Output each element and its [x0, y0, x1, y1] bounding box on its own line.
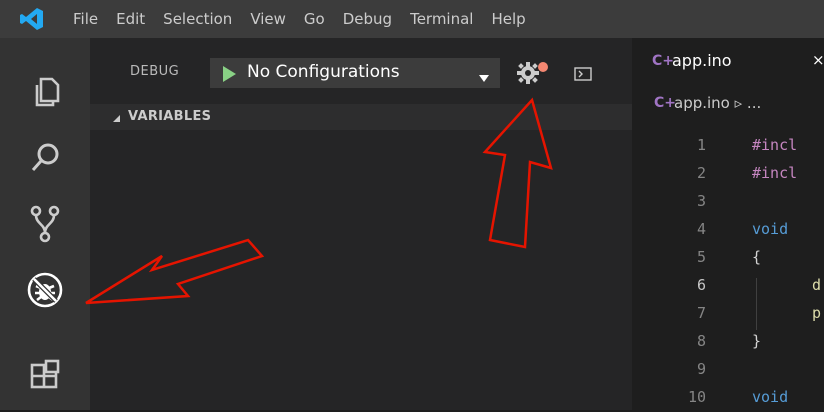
- chevron-down-icon[interactable]: [479, 68, 489, 87]
- code-line: 3: [632, 192, 824, 216]
- line-number: 10: [687, 388, 706, 406]
- close-icon[interactable]: ×: [812, 51, 824, 69]
- cpp-file-icon: C+: [654, 95, 677, 111]
- code-text: p: [812, 304, 822, 322]
- variables-title: VARIABLES: [128, 109, 212, 124]
- code-line: 8 }: [632, 332, 824, 356]
- search-icon[interactable]: [0, 128, 90, 188]
- debug-icon[interactable]: [0, 260, 90, 320]
- menu-help[interactable]: Help: [482, 0, 534, 38]
- line-number: 7: [696, 304, 706, 322]
- breadcrumb[interactable]: C+ app.ino ▹ ...: [632, 86, 824, 122]
- menu-selection[interactable]: Selection: [154, 0, 241, 38]
- code-text: d: [812, 276, 822, 294]
- line-number: 4: [696, 220, 706, 238]
- tab-app-ino[interactable]: C+ app.ino ×: [632, 38, 824, 86]
- gear-icon[interactable]: [516, 60, 550, 90]
- extensions-icon[interactable]: [0, 344, 90, 404]
- debug-console-icon[interactable]: [574, 66, 592, 85]
- tab-label: app.ino: [672, 51, 732, 70]
- indent-guide: [756, 278, 757, 330]
- code-line: 7 p: [632, 304, 824, 328]
- code-text: void: [752, 388, 789, 406]
- menu-edit[interactable]: Edit: [107, 0, 154, 38]
- code-line: 9: [632, 360, 824, 384]
- line-number: 3: [696, 192, 706, 210]
- code-line: 4 void: [632, 220, 824, 244]
- menu-bar: File Edit Selection View Go Debug Termin…: [0, 0, 824, 38]
- code-line: 1 #incl: [632, 136, 824, 160]
- debug-view-title: DEBUG: [130, 64, 180, 79]
- editor-tab-bar: C+ app.ino ×: [632, 38, 824, 86]
- cpp-file-icon: C+: [652, 53, 675, 69]
- play-icon[interactable]: [221, 65, 237, 87]
- line-number: 2: [696, 164, 706, 182]
- variables-section-header[interactable]: VARIABLES: [90, 104, 632, 130]
- line-number: 5: [696, 248, 706, 266]
- line-number: 9: [696, 360, 706, 378]
- code-line: 5 {: [632, 248, 824, 272]
- breadcrumb-label[interactable]: app.ino ▹ ...: [674, 94, 761, 112]
- line-number: 1: [696, 136, 706, 154]
- code-editor[interactable]: 1 #incl 2 #incl 3 4 void 5 { 6 d 7 p 8 }…: [632, 122, 824, 410]
- code-text: }: [752, 332, 762, 350]
- line-number: 8: [696, 332, 706, 350]
- code-line: 10 void: [632, 388, 824, 412]
- explorer-icon[interactable]: [0, 62, 90, 122]
- code-text: void: [752, 220, 789, 238]
- menu-terminal[interactable]: Terminal: [401, 0, 482, 38]
- menu-debug[interactable]: Debug: [334, 0, 401, 38]
- configuration-value: No Configurations: [247, 62, 400, 82]
- source-control-icon[interactable]: [0, 194, 90, 254]
- menu-view[interactable]: View: [241, 0, 295, 38]
- activity-bar: [0, 38, 90, 410]
- code-line: 2 #incl: [632, 164, 824, 188]
- chevron-down-icon: [112, 112, 121, 127]
- code-text: #incl: [752, 164, 798, 182]
- menu-go[interactable]: Go: [295, 0, 334, 38]
- code-text: #incl: [752, 136, 798, 154]
- line-number: 6: [696, 276, 706, 294]
- vscode-logo-icon: [0, 0, 64, 38]
- code-text: {: [752, 248, 762, 266]
- menu-file[interactable]: File: [64, 0, 107, 38]
- debug-sidebar: DEBUG No Configurations VARIABLES: [90, 38, 632, 410]
- code-line: 6 d: [632, 276, 824, 300]
- debug-configuration-select[interactable]: No Configurations: [210, 58, 500, 88]
